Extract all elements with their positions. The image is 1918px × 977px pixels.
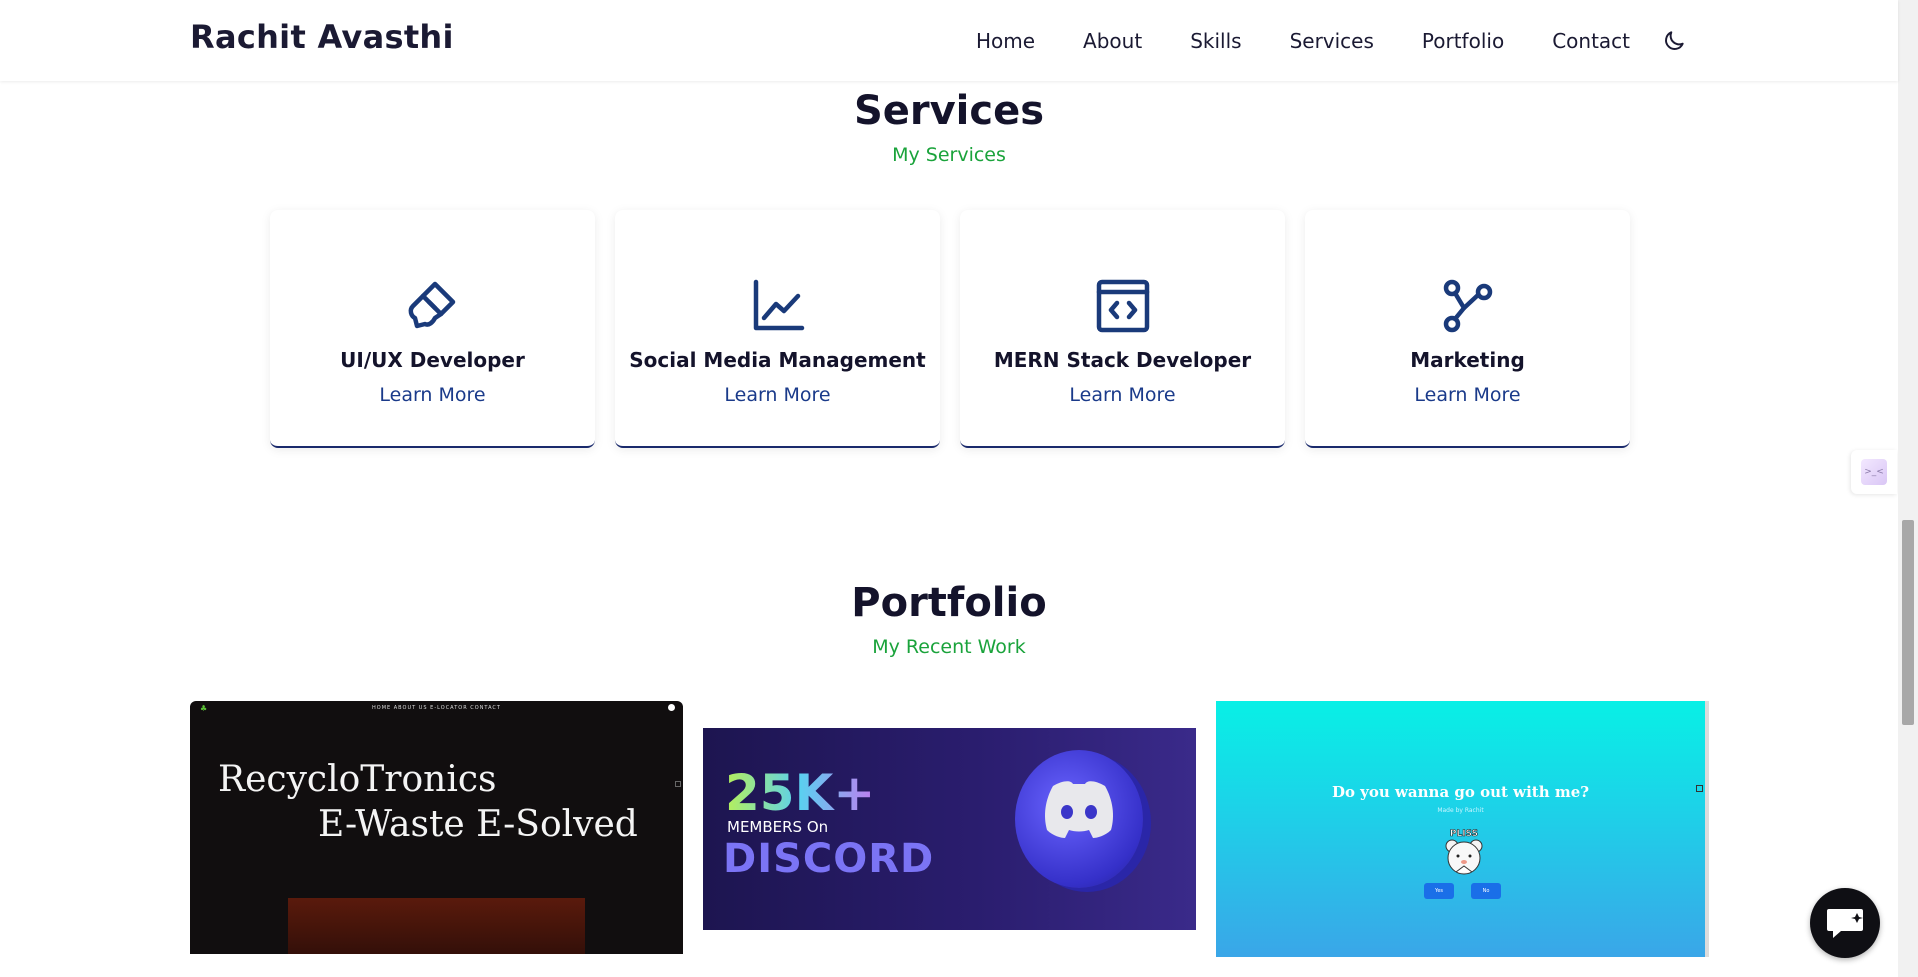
portfolio-title: Portfolio bbox=[851, 580, 1047, 626]
service-card-social: Social Media Management Learn More bbox=[615, 210, 940, 448]
yes-button[interactable]: Yes bbox=[1424, 883, 1454, 899]
nav-contact[interactable]: Contact bbox=[1552, 29, 1630, 53]
learn-more-link[interactable]: Learn More bbox=[724, 384, 830, 406]
services-title: Services bbox=[853, 88, 1045, 134]
site-header: Rachit Avasthi Home About Skills Service… bbox=[0, 0, 1898, 81]
mini-nav: HOME ABOUT US E-LOCATOR CONTACT bbox=[372, 705, 501, 711]
nav-skills[interactable]: Skills bbox=[1190, 29, 1241, 53]
scroll-thumb[interactable] bbox=[1902, 520, 1914, 725]
services-subtitle: My Services bbox=[892, 144, 1006, 166]
members-label: MEMBERS On bbox=[727, 818, 829, 836]
code-window-icon bbox=[1095, 278, 1151, 334]
project-heading: RecycloTronics bbox=[218, 759, 497, 800]
scroll-indicator-icon bbox=[1696, 785, 1703, 792]
learn-more-link[interactable]: Learn More bbox=[379, 384, 485, 406]
portfolio-item-discord[interactable]: 25K+ MEMBERS On DISCORD bbox=[703, 728, 1196, 930]
brand-name[interactable]: Rachit Avasthi bbox=[190, 18, 454, 56]
side-widget-icon: >_< bbox=[1861, 459, 1887, 485]
svg-text:PLISS: PLISS bbox=[1450, 829, 1478, 839]
portfolio-item-recyclotronics[interactable]: ♣ HOME ABOUT US E-LOCATOR CONTACT Recycl… bbox=[190, 701, 683, 954]
nav-about[interactable]: About bbox=[1083, 29, 1142, 53]
project-tagline: E-Waste E-Solved bbox=[318, 804, 638, 845]
portfolio-subtitle: My Recent Work bbox=[872, 636, 1026, 658]
service-title: MERN Stack Developer bbox=[993, 348, 1252, 372]
network-nodes-icon bbox=[1440, 278, 1496, 334]
main-nav: Home About Skills Services Portfolio Con… bbox=[928, 27, 1688, 55]
service-card-mern: MERN Stack Developer Learn More bbox=[960, 210, 1285, 448]
bear-sticker-icon: PLISS bbox=[1436, 826, 1492, 886]
nav-home[interactable]: Home bbox=[976, 29, 1035, 53]
discord-logo-icon bbox=[1039, 776, 1119, 852]
no-button[interactable]: No bbox=[1471, 883, 1501, 899]
service-title: UI/UX Developer bbox=[340, 348, 525, 372]
moon-icon[interactable] bbox=[1660, 27, 1688, 55]
chat-bubble-icon[interactable] bbox=[1810, 888, 1880, 958]
question-text: Do you wanna go out with me? bbox=[1331, 783, 1590, 801]
scroll-indicator-icon bbox=[675, 781, 681, 787]
page-scrollbar[interactable] bbox=[1898, 0, 1918, 977]
toggle-dot-icon bbox=[668, 704, 675, 711]
service-card-uiux: UI/UX Developer Learn More bbox=[270, 210, 595, 448]
credit-text: Made by Rachit bbox=[1437, 807, 1484, 814]
service-title: Social Media Management bbox=[629, 348, 926, 372]
answer-buttons: Yes No bbox=[1424, 883, 1518, 899]
nav-portfolio[interactable]: Portfolio bbox=[1422, 29, 1504, 53]
line-chart-icon bbox=[750, 278, 806, 334]
service-card-marketing: Marketing Learn More bbox=[1305, 210, 1630, 448]
learn-more-link[interactable]: Learn More bbox=[1069, 384, 1175, 406]
members-count: 25K+ bbox=[725, 764, 876, 822]
service-title: Marketing bbox=[1410, 348, 1525, 372]
portfolio-item-valentine[interactable]: Do you wanna go out with me? Made by Rac… bbox=[1216, 701, 1709, 957]
paintbrush-icon bbox=[405, 278, 461, 334]
side-extension-widget[interactable]: >_< bbox=[1851, 450, 1897, 494]
learn-more-link[interactable]: Learn More bbox=[1414, 384, 1520, 406]
project-photo bbox=[288, 898, 585, 954]
nav-services[interactable]: Services bbox=[1290, 29, 1374, 53]
discord-wordmark: DISCORD bbox=[723, 836, 935, 882]
services-cards: UI/UX Developer Learn More Social Media … bbox=[270, 210, 1650, 448]
